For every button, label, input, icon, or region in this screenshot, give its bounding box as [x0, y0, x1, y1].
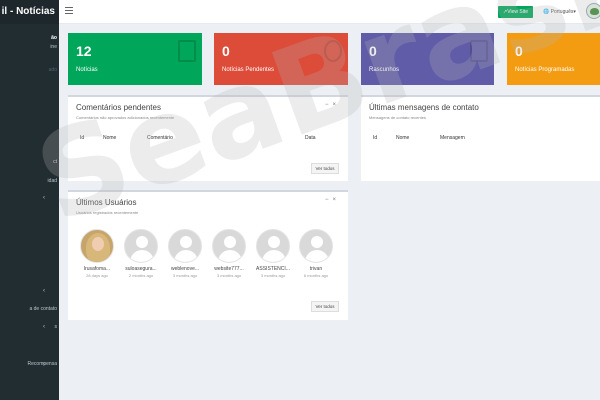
close-icon[interactable]: ×	[332, 197, 340, 203]
caret-down-icon: ▾	[573, 9, 576, 15]
column-header-name: Nome	[103, 135, 117, 141]
brand-bar[interactable]: il - Notícias	[0, 0, 59, 24]
avatar	[124, 229, 158, 263]
pending-comments-panel: Comentários pendentes Comentários não ap…	[68, 95, 348, 181]
sidebar-item-1[interactable]: ct	[53, 159, 57, 165]
panel-subtitle: Comentários não aprovados adicionados re…	[76, 115, 175, 120]
sidebar-item-3[interactable]: s	[55, 324, 58, 330]
stat-value: 0	[515, 43, 523, 59]
sidebar: il - Notícias ão ine ado ct idad ‹ ‹ a d…	[0, 0, 59, 400]
close-icon[interactable]: ×	[332, 102, 340, 108]
avatar	[299, 229, 333, 263]
column-header-id: Id	[80, 135, 85, 141]
panel-subtitle: Usuários registrados recentemente	[76, 210, 139, 215]
panel-title: Últimos Usuários	[76, 198, 137, 207]
column-header-date: Data	[305, 135, 316, 141]
avatar	[212, 229, 246, 263]
column-header-name: Nome	[396, 135, 410, 141]
language-label: Português	[550, 9, 574, 15]
sidebar-item-2[interactable]: idad	[48, 178, 57, 184]
chevron-left-icon: ‹	[43, 195, 45, 201]
user-card[interactable]: trivan 6 months ago	[296, 229, 336, 278]
top-navbar: ↗View Site 🌐 Português▾	[59, 0, 600, 24]
file-icon	[470, 40, 488, 62]
view-all-users-button[interactable]: Ver todos	[311, 301, 339, 312]
sidebar-item-contact[interactable]: a de contato	[29, 306, 57, 312]
avatar	[80, 229, 114, 263]
brand-title: il - Notícias	[1, 6, 55, 17]
chevron-left-icon: ‹	[43, 361, 45, 367]
document-icon	[178, 40, 196, 62]
user-registered-time: 3 months ago	[216, 273, 242, 278]
user-name: suloasegura...	[125, 266, 157, 272]
view-site-button[interactable]: ↗View Site	[498, 6, 533, 18]
stat-value: 12	[76, 43, 92, 59]
panel-title: Comentários pendentes	[76, 103, 161, 112]
sidebar-user-role: ine	[50, 44, 57, 50]
eye-slash-icon	[324, 40, 342, 62]
stat-label: Notícias	[76, 67, 98, 73]
user-name: weblenove...	[170, 266, 200, 272]
panel-subtitle: Mensagens de contato recentes	[369, 115, 426, 120]
user-card[interactable]: suloasegura... 2 months ago	[121, 229, 161, 278]
language-selector[interactable]: 🌐 Português▾	[543, 9, 576, 15]
avatar	[256, 229, 290, 263]
panel-tools[interactable]: −×	[325, 102, 340, 108]
sidebar-user-name: ão	[51, 35, 57, 41]
contact-messages-panel: Últimas mensagens de contato Mensagens d…	[361, 95, 600, 181]
column-header-comment: Comentário	[147, 135, 173, 141]
chevron-left-icon: ‹	[43, 288, 45, 294]
avatar	[168, 229, 202, 263]
user-name: trivan	[309, 266, 323, 272]
user-avatar[interactable]	[586, 3, 600, 19]
stat-label: Notícias Pendentes	[222, 67, 275, 73]
user-name: ASSISTENCI...	[256, 266, 290, 272]
chevron-left-icon: ‹	[43, 324, 45, 330]
stat-label: Rascunhos	[369, 67, 400, 73]
stat-card-scheduled[interactable]: 0 Notícias Programadas	[507, 33, 600, 85]
hamburger-menu-icon[interactable]	[65, 7, 73, 14]
user-name: lrusafoma...	[83, 266, 111, 272]
panel-tools[interactable]: −×	[325, 197, 340, 203]
user-card[interactable]: lrusafoma... 28 days ago	[77, 229, 117, 278]
user-registered-time: 28 days ago	[86, 273, 108, 278]
view-site-label: View Site	[507, 9, 528, 15]
user-card[interactable]: weblenove... 3 months ago	[165, 229, 205, 278]
user-registered-time: 6 months ago	[303, 273, 329, 278]
user-card[interactable]: website777... 3 months ago	[209, 229, 249, 278]
panel-title: Últimas mensagens de contato	[369, 103, 479, 112]
stat-value: 0	[222, 43, 230, 59]
column-header-message: Mensagem	[440, 135, 465, 141]
user-registered-time: 2 months ago	[128, 273, 154, 278]
user-name: website777...	[214, 266, 244, 272]
globe-icon: 🌐	[543, 9, 550, 15]
stat-card-drafts[interactable]: 0 Rascunhos	[361, 33, 494, 85]
user-registered-time: 3 months ago	[260, 273, 286, 278]
stat-card-pending[interactable]: 0 Notícias Pendentes	[214, 33, 348, 85]
user-card[interactable]: ASSISTENCI... 3 months ago	[253, 229, 293, 278]
stat-label: Notícias Programadas	[515, 67, 575, 73]
column-header-id: Id	[373, 135, 378, 141]
view-all-comments-button[interactable]: Ver todos	[311, 163, 339, 174]
stat-card-news[interactable]: 12 Notícias	[68, 33, 202, 85]
sidebar-status: ado	[48, 67, 57, 73]
stat-value: 0	[369, 43, 377, 59]
user-registered-time: 3 months ago	[172, 273, 198, 278]
